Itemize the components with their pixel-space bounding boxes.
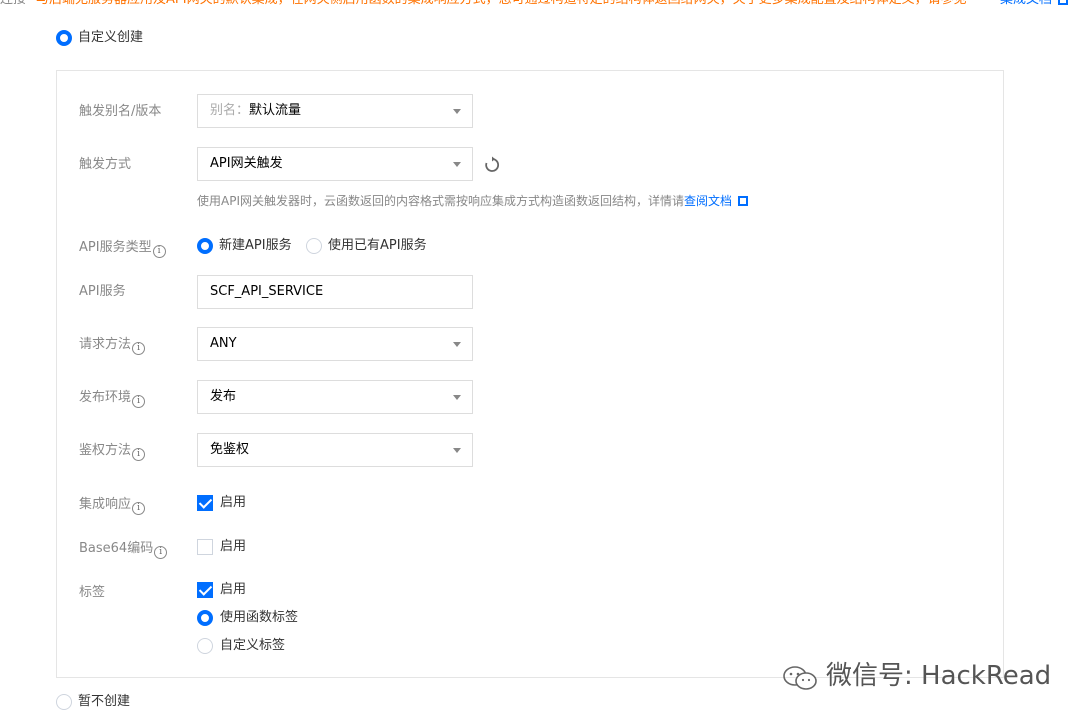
info-icon[interactable]: i xyxy=(132,395,146,408)
tags-checkbox[interactable] xyxy=(197,582,213,598)
custom-tags-radio[interactable] xyxy=(197,638,213,654)
info-icon[interactable]: i xyxy=(132,502,146,515)
environment-select[interactable]: 发布 xyxy=(197,380,473,414)
existing-api-service-label[interactable]: 使用已有API服务 xyxy=(328,238,427,254)
alias-select[interactable]: 别名：默认流量 xyxy=(197,94,473,128)
integration-response-label: 集成响应 i xyxy=(79,496,146,515)
new-api-service-label[interactable]: 新建API服务 xyxy=(219,238,292,254)
custom-create-radio[interactable] xyxy=(56,30,72,46)
chevron-down-icon xyxy=(453,162,461,167)
info-icon[interactable]: i xyxy=(132,342,146,355)
trigger-value: API网关触发 xyxy=(210,156,283,171)
alias-label: 触发别名/版本 xyxy=(79,104,162,119)
use-function-tags-label[interactable]: 使用函数标签 xyxy=(220,610,298,626)
use-function-tags-radio[interactable] xyxy=(197,610,213,626)
request-method-label-text: 请求方法 xyxy=(79,337,132,352)
external-link-icon[interactable] xyxy=(1058,0,1068,5)
new-api-service-radio[interactable] xyxy=(197,238,213,254)
integration-response-label-text: 集成响应 xyxy=(79,497,132,512)
environment-label-text: 发布环境 xyxy=(79,390,132,405)
request-method-select[interactable]: ANY xyxy=(197,327,473,361)
info-icon[interactable]: i xyxy=(154,546,168,559)
no-create-radio[interactable] xyxy=(56,694,72,710)
top-notice-link[interactable]: 集成文档 xyxy=(1000,0,1052,9)
external-link-icon[interactable] xyxy=(738,196,749,206)
chevron-down-icon xyxy=(453,395,461,400)
info-icon[interactable]: i xyxy=(152,245,166,258)
info-icon[interactable]: i xyxy=(132,448,146,461)
api-service-label: API服务 xyxy=(79,284,126,299)
alias-prefix: 别名： xyxy=(210,103,250,118)
custom-tags-label[interactable]: 自定义标签 xyxy=(220,638,285,654)
integration-response-option[interactable]: 启用 xyxy=(220,495,246,511)
base64-label-text: Base64编码 xyxy=(79,541,154,556)
chevron-down-icon xyxy=(453,448,461,453)
base64-checkbox[interactable] xyxy=(197,539,213,555)
auth-label-text: 鉴权方法 xyxy=(79,443,132,458)
chevron-down-icon xyxy=(453,109,461,114)
chevron-down-icon xyxy=(453,342,461,347)
auth-value: 免鉴权 xyxy=(210,442,250,457)
tags-option[interactable]: 启用 xyxy=(220,582,246,598)
top-notice-lead: 连接 xyxy=(0,0,26,9)
trigger-hint: 使用API网关触发器时，云函数返回的内容格式需按响应集成方式构造函数返回结构，详… xyxy=(197,193,749,209)
top-notice-text: 与后端无服务器应用及API网关的默认集成，在网关侧启用函数的集成响应方式，您可通… xyxy=(36,0,967,9)
doc-link[interactable]: 查阅文档 xyxy=(684,194,732,208)
wechat-icon xyxy=(783,666,817,690)
api-service-value: SCF_API_SERVICE xyxy=(210,284,324,299)
environment-label: 发布环境 i xyxy=(79,389,146,408)
auth-label: 鉴权方法 i xyxy=(79,442,146,461)
trigger-select[interactable]: API网关触发 xyxy=(197,147,473,181)
no-create-label[interactable]: 暂不创建 xyxy=(78,694,130,710)
refresh-icon[interactable] xyxy=(483,156,501,174)
api-service-type-label-text: API服务类型 xyxy=(79,240,152,255)
watermark: 微信号: HackRead xyxy=(826,661,1052,691)
trigger-hint-text: 使用API网关触发器时，云函数返回的内容格式需按响应集成方式构造函数返回结构，详… xyxy=(197,194,684,208)
existing-api-service-radio[interactable] xyxy=(306,238,322,254)
api-service-input[interactable]: SCF_API_SERVICE xyxy=(197,275,473,309)
api-service-type-label: API服务类型 i xyxy=(79,239,166,258)
base64-label: Base64编码 i xyxy=(79,540,168,559)
request-method-value: ANY xyxy=(210,336,237,351)
tags-label: 标签 xyxy=(79,585,106,600)
request-method-label: 请求方法 i xyxy=(79,336,146,355)
environment-value: 发布 xyxy=(210,389,237,404)
top-notice: 连接 与后端无服务器应用及API网关的默认集成，在网关侧启用函数的集成响应方式，… xyxy=(0,0,1080,9)
integration-response-checkbox[interactable] xyxy=(197,495,213,511)
trigger-label: 触发方式 xyxy=(79,157,132,172)
alias-value: 默认流量 xyxy=(249,103,302,118)
base64-option[interactable]: 启用 xyxy=(220,539,246,555)
auth-select[interactable]: 免鉴权 xyxy=(197,433,473,467)
custom-create-label[interactable]: 自定义创建 xyxy=(78,30,143,46)
